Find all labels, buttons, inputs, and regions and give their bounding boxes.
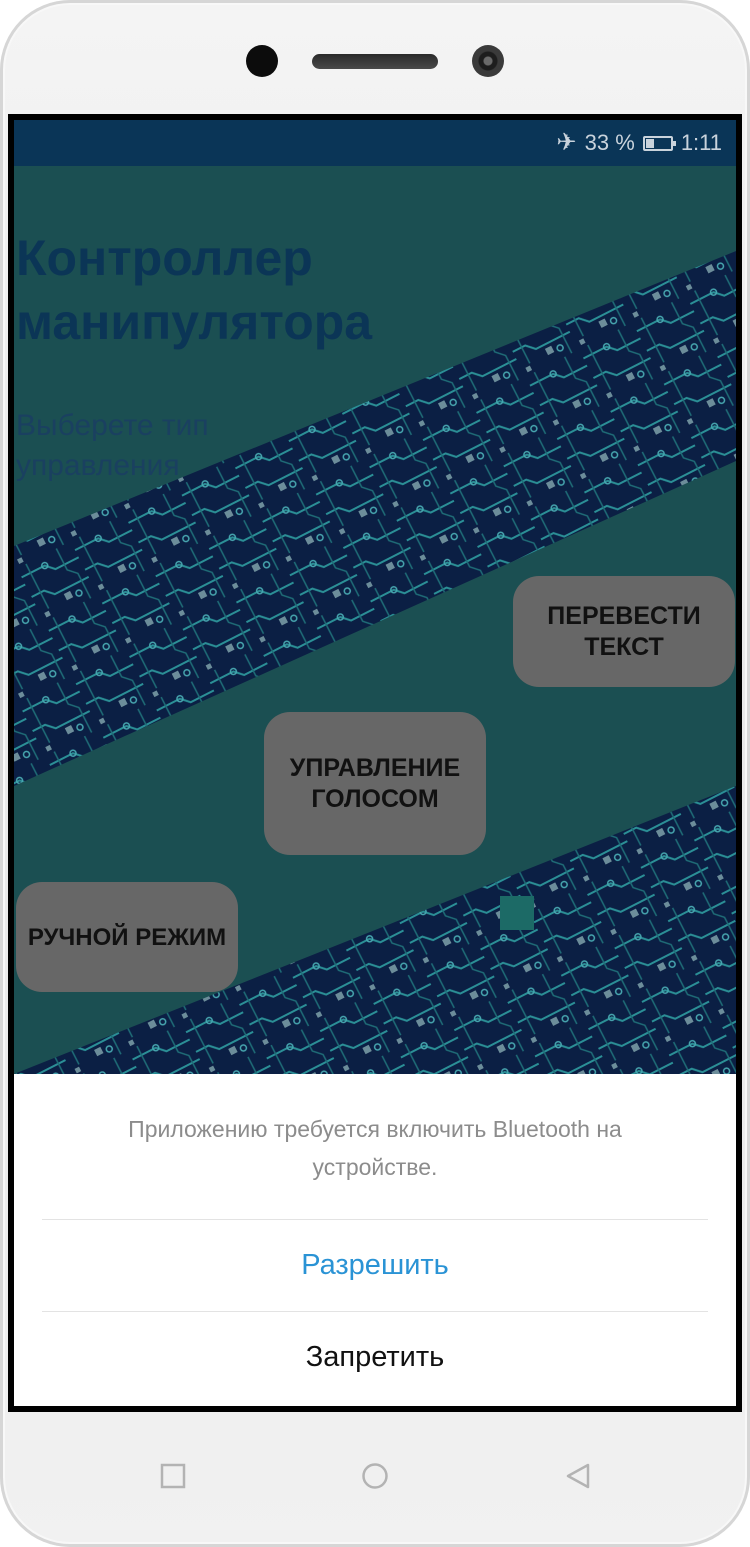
- translate-text-button-label-line2: ТЕКСТ: [584, 632, 664, 661]
- recents-button[interactable]: [153, 1456, 193, 1496]
- battery-level-fill: [645, 138, 654, 148]
- proximity-sensor: [246, 45, 278, 77]
- back-triangle-icon: [566, 1463, 590, 1489]
- status-icons: ✈ 33 % 1:11: [557, 130, 722, 156]
- earpiece-speaker: [312, 54, 438, 69]
- deny-button[interactable]: Запретить: [42, 1312, 708, 1402]
- airplane-mode-icon: ✈: [556, 129, 577, 156]
- front-camera: [472, 45, 504, 77]
- home-circle-icon: [362, 1463, 388, 1489]
- manual-mode-button-label: РУЧНОЙ РЕЖИМ: [27, 923, 227, 951]
- translate-text-button[interactable]: ПЕРЕВЕСТИ ТЕКСТ: [513, 576, 735, 687]
- page-subtitle: Выберете тип управления: [16, 409, 209, 482]
- battery-percent: 33 %: [584, 130, 635, 155]
- app-main-screen: Контроллер манипулятора Выберете тип упр…: [14, 166, 736, 1074]
- home-button[interactable]: [355, 1456, 395, 1496]
- voice-control-button[interactable]: УПРАВЛЕНИЕ ГОЛОСОМ: [264, 712, 486, 855]
- phone-frame: ✈ 33 % 1:11 Контроллер манипулятора Выбе…: [0, 0, 750, 1547]
- voice-control-button-label-line1: УПРАВЛЕНИЕ: [289, 753, 461, 782]
- permission-message: Приложению требуется включить Bluetooth …: [128, 1116, 622, 1180]
- status-bar: ✈ 33 % 1:11: [14, 120, 736, 166]
- clock: 1:11: [680, 130, 722, 155]
- voice-control-button-label-line2: ГОЛОСОМ: [311, 784, 439, 813]
- translate-text-button-label-line1: ПЕРЕВЕСТИ: [547, 601, 701, 630]
- allow-button[interactable]: Разрешить: [42, 1220, 708, 1311]
- device-screen: ✈ 33 % 1:11 Контроллер манипулятора Выбе…: [8, 114, 742, 1412]
- recents-square-icon: [160, 1463, 186, 1489]
- bluetooth-permission-sheet: Приложению требуется включить Bluetooth …: [14, 1074, 736, 1406]
- back-button[interactable]: [558, 1456, 598, 1496]
- page-title: Контроллер манипулятора: [16, 230, 373, 350]
- battery-icon: [642, 135, 676, 151]
- manual-mode-button[interactable]: РУЧНОЙ РЕЖИМ: [16, 882, 238, 992]
